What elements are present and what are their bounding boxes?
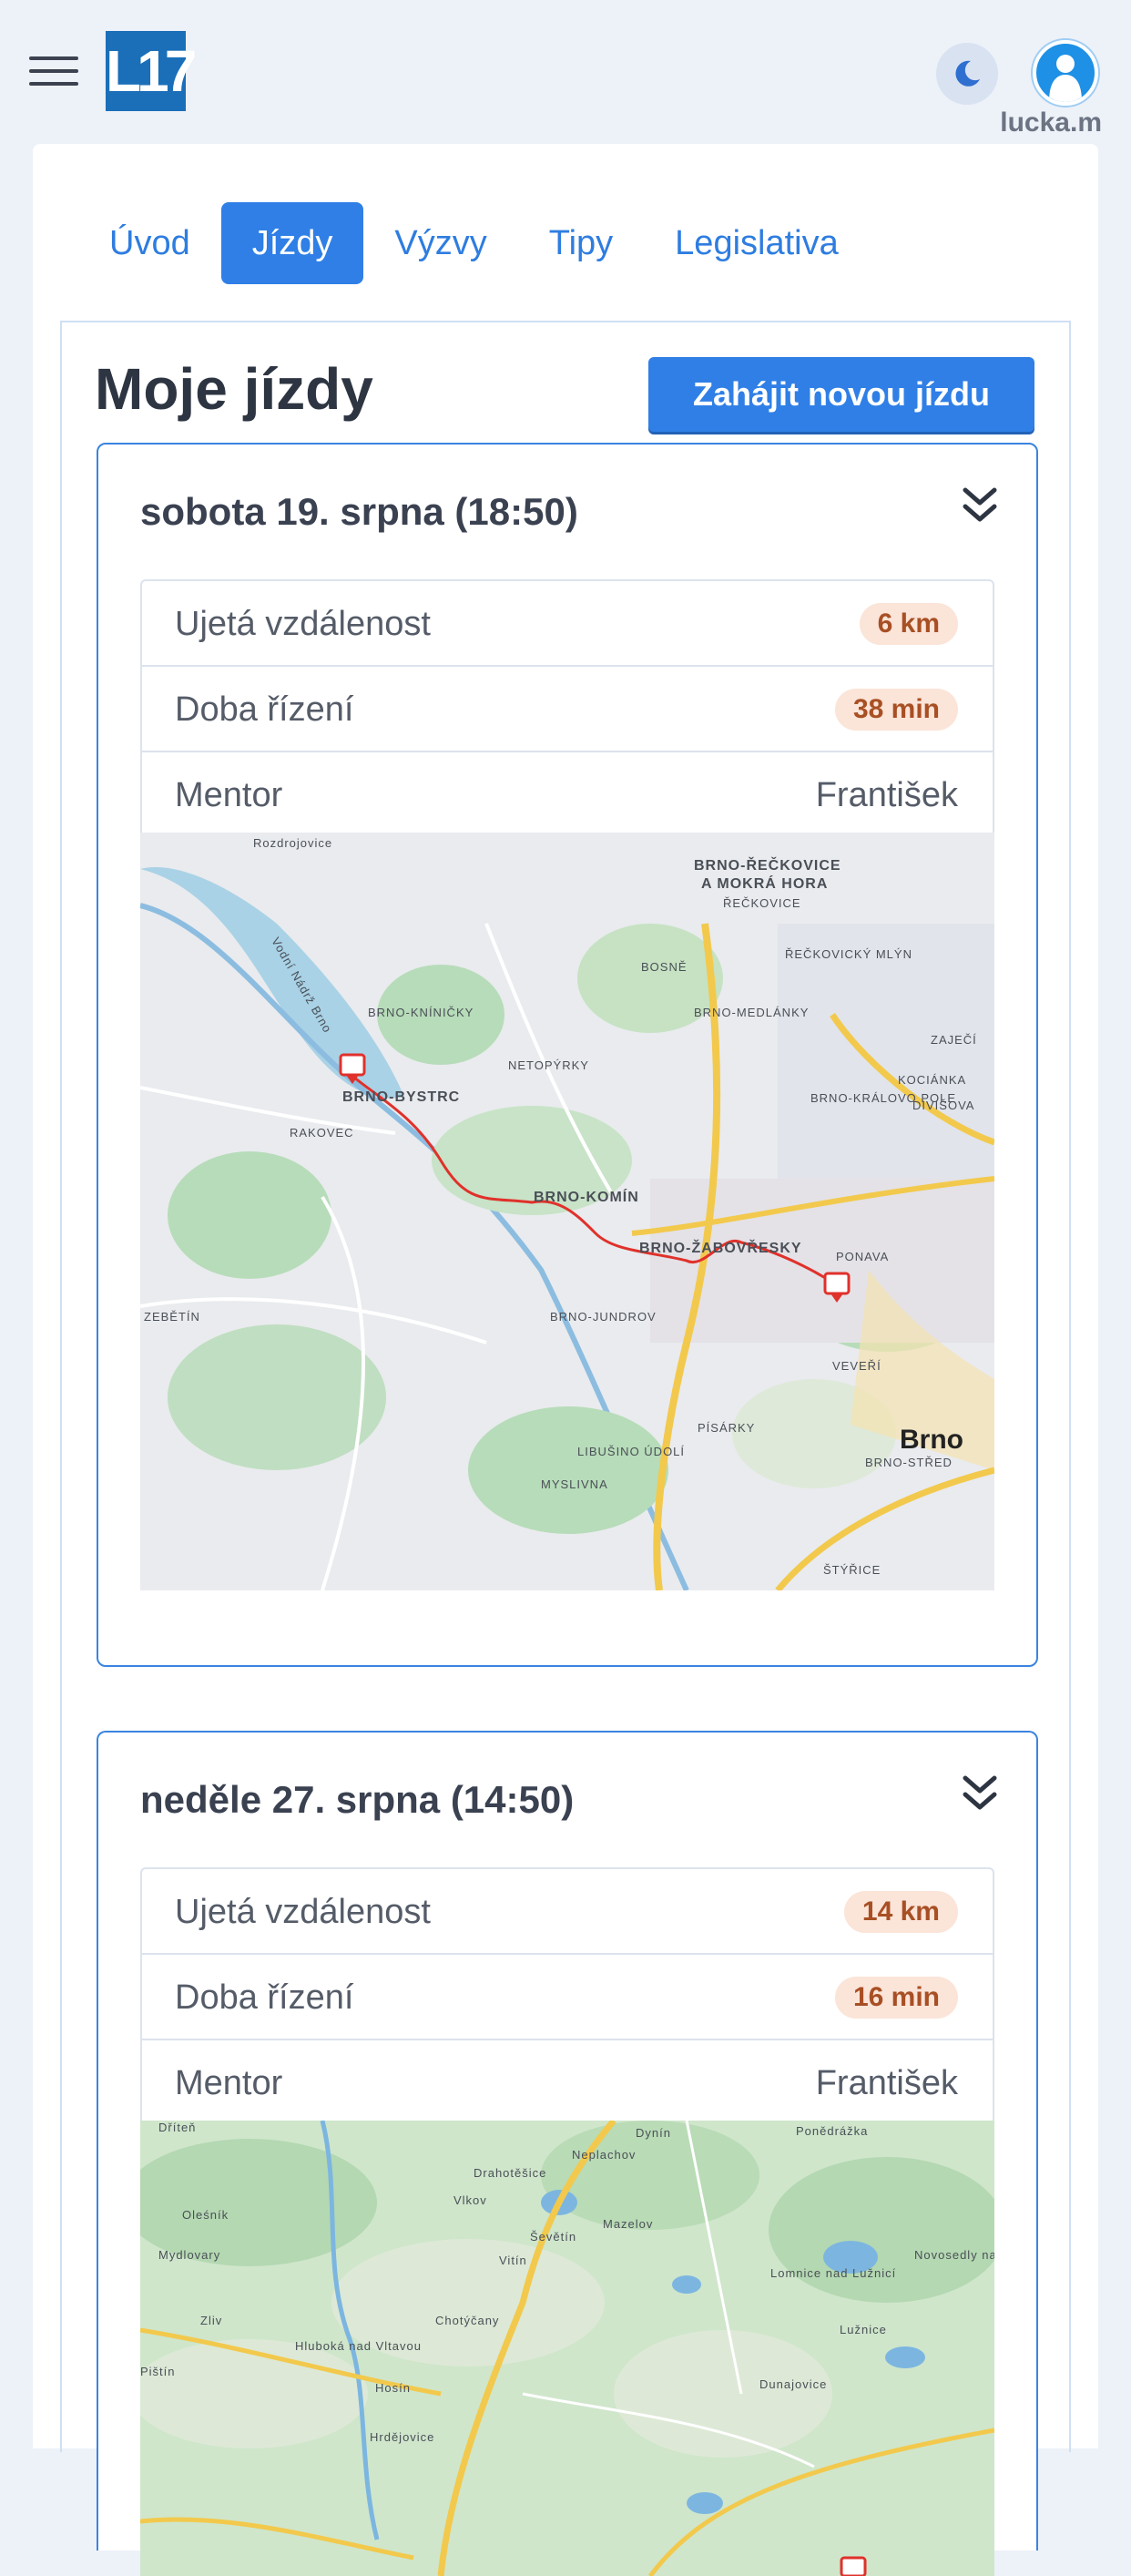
map-label: RAKOVEC bbox=[290, 1126, 354, 1140]
map-label: NETOPÝRKY bbox=[508, 1058, 589, 1072]
ride-stats: Ujetá vzdálenost 14 km Doba řízení 16 mi… bbox=[140, 1867, 994, 2128]
tab-vyzvy[interactable]: Výzvy bbox=[363, 202, 517, 284]
mentor-row: Mentor František bbox=[142, 2040, 993, 2126]
user-avatar[interactable] bbox=[1033, 40, 1098, 106]
map-label: KOCIÁNKA bbox=[898, 1073, 967, 1087]
tab-jizdy[interactable]: Jízdy bbox=[220, 202, 364, 284]
duration-row: Doba řízení 38 min bbox=[142, 667, 993, 752]
map-label: Rozdrojovice bbox=[253, 836, 333, 850]
map-label: BRNO-MEDLÁNKY bbox=[694, 1006, 810, 1019]
map-label: DIVIŠOVA bbox=[912, 1099, 975, 1112]
expand-chevron-icon[interactable] bbox=[960, 1771, 1000, 1818]
tab-tipy[interactable]: Tipy bbox=[518, 202, 644, 284]
start-new-ride-button[interactable]: Zahájit novou jízdu bbox=[648, 357, 1034, 432]
map-label: ŘEČKOVICKÝ MLÝN bbox=[785, 947, 912, 961]
dark-mode-toggle[interactable] bbox=[936, 43, 998, 105]
map-label: Zliv bbox=[200, 2314, 223, 2327]
ride-card: sobota 19. srpna (18:50) Ujetá vzdálenos… bbox=[97, 443, 1038, 1667]
app-logo[interactable]: L17 bbox=[106, 31, 197, 111]
map-label: PÍSÁRKY bbox=[698, 1421, 756, 1435]
map-label: BRNO-KOMÍN bbox=[534, 1190, 639, 1205]
rides-section: Moje jízdy Zahájit novou jízdu sobota 19… bbox=[60, 321, 1071, 2576]
moon-icon bbox=[955, 60, 980, 87]
map-label: ZAJEČÍ bbox=[931, 1033, 977, 1047]
map-label: Vlkov bbox=[453, 2193, 487, 2207]
map-label: ŠTÝŘICE bbox=[823, 1563, 881, 1577]
map-label: ZEBĚTÍN bbox=[144, 1310, 200, 1324]
map-label: Ševětín bbox=[530, 2230, 577, 2244]
distance-label: Ujetá vzdálenost bbox=[175, 1893, 431, 1931]
tab-uvod[interactable]: Úvod bbox=[78, 202, 221, 284]
finish-marker-icon bbox=[840, 2556, 867, 2576]
distance-row: Ujetá vzdálenost 6 km bbox=[142, 581, 993, 667]
map-label: Hosín bbox=[375, 2381, 411, 2395]
user-icon bbox=[1049, 55, 1082, 102]
map-label: Hrdějovice bbox=[370, 2430, 435, 2444]
ride-card: neděle 27. srpna (14:50) Ujetá vzdálenos… bbox=[97, 1731, 1038, 2576]
main-panel: Úvod Jízdy Výzvy Tipy Legislativa Moje j… bbox=[33, 144, 1098, 2576]
mentor-label: Mentor bbox=[175, 776, 283, 814]
menu-icon[interactable] bbox=[29, 56, 78, 87]
map-label: PONAVA bbox=[836, 1250, 890, 1263]
distance-label: Ujetá vzdálenost bbox=[175, 605, 431, 643]
duration-badge: 16 min bbox=[834, 1977, 958, 2019]
distance-row: Ujetá vzdálenost 14 km bbox=[142, 1869, 993, 1955]
map-label: Mydlovary bbox=[158, 2248, 221, 2262]
username-label: lucka.m bbox=[1000, 107, 1102, 138]
map-label: Lomnice nad Lužnicí bbox=[770, 2266, 897, 2280]
map-label: BRNO-JUNDROV bbox=[550, 1310, 657, 1324]
map-label: Dříteň bbox=[158, 2121, 197, 2134]
map-label: VEVEŘÍ bbox=[832, 1359, 881, 1373]
route-map[interactable]: Rozdrojovice BRNO-ŘEČKOVICE A MOKRÁ HORA… bbox=[140, 833, 994, 1590]
mentor-value: František bbox=[815, 776, 958, 814]
map-label: BRNO-KNÍNIČKY bbox=[368, 1006, 474, 1019]
map-label: Pištín bbox=[140, 2365, 176, 2378]
map-label: Novosedly nad Nežárkou bbox=[914, 2248, 994, 2262]
map-label: Brno bbox=[900, 1425, 963, 1455]
map-label: Vitín bbox=[499, 2254, 527, 2267]
mentor-row: Mentor František bbox=[142, 752, 993, 838]
top-bar: L17 lucka.m bbox=[0, 0, 1131, 144]
map-label: Neplachov bbox=[572, 2148, 637, 2162]
map-label: Dynín bbox=[636, 2126, 671, 2140]
map-label: ŘEČKOVICE bbox=[723, 896, 801, 910]
map-label: MYSLIVNA bbox=[541, 1477, 608, 1491]
mentor-label: Mentor bbox=[175, 2064, 283, 2102]
map-label: Oleśník bbox=[182, 2208, 229, 2222]
map-label: LIBUŠINO ÚDOLÍ bbox=[577, 1445, 686, 1458]
map-label: Chotýčany bbox=[435, 2314, 500, 2327]
map-label: Hluboká nad Vltavou bbox=[295, 2339, 422, 2353]
page-title: Moje jízdy bbox=[95, 356, 373, 422]
map-label: Drahotěšice bbox=[474, 2166, 547, 2180]
duration-badge: 38 min bbox=[834, 689, 958, 731]
mentor-value: František bbox=[815, 2064, 958, 2102]
map-label: BRNO-ŘEČKOVICE bbox=[694, 858, 841, 874]
map-label: Mazelov bbox=[603, 2217, 654, 2231]
map-label: Ponědrážka bbox=[796, 2124, 869, 2138]
map-graphic bbox=[140, 2121, 994, 2576]
tab-legislativa[interactable]: Legislativa bbox=[644, 202, 870, 284]
ride-title: sobota 19. srpna (18:50) bbox=[140, 490, 578, 533]
duration-label: Doba řízení bbox=[175, 690, 354, 729]
map-label: BOSNĚ bbox=[641, 960, 688, 974]
duration-label: Doba řízení bbox=[175, 1978, 354, 2017]
map-label: A MOKRÁ HORA bbox=[701, 876, 829, 892]
map-label: BRNO-STŘED bbox=[865, 1456, 953, 1469]
duration-row: Doba řízení 16 min bbox=[142, 1955, 993, 2040]
expand-chevron-icon[interactable] bbox=[960, 483, 1000, 530]
map-label: Dunajovice bbox=[759, 2377, 828, 2391]
nav-tabs: Úvod Jízdy Výzvy Tipy Legislativa bbox=[78, 202, 870, 284]
distance-badge: 6 km bbox=[859, 603, 958, 645]
ride-title: neděle 27. srpna (14:50) bbox=[140, 1778, 575, 1821]
route-map[interactable]: Dynín Ponědrážka Dříteň Neplachov Drahot… bbox=[140, 2121, 994, 2576]
map-label: BRNO-ŽABOVŘESKY bbox=[639, 1241, 802, 1256]
map-label: BRNO-BYSTRC bbox=[342, 1089, 461, 1105]
distance-badge: 14 km bbox=[843, 1891, 958, 1933]
map-label: Lužnice bbox=[840, 2323, 887, 2336]
ride-stats: Ujetá vzdálenost 6 km Doba řízení 38 min… bbox=[140, 579, 994, 840]
